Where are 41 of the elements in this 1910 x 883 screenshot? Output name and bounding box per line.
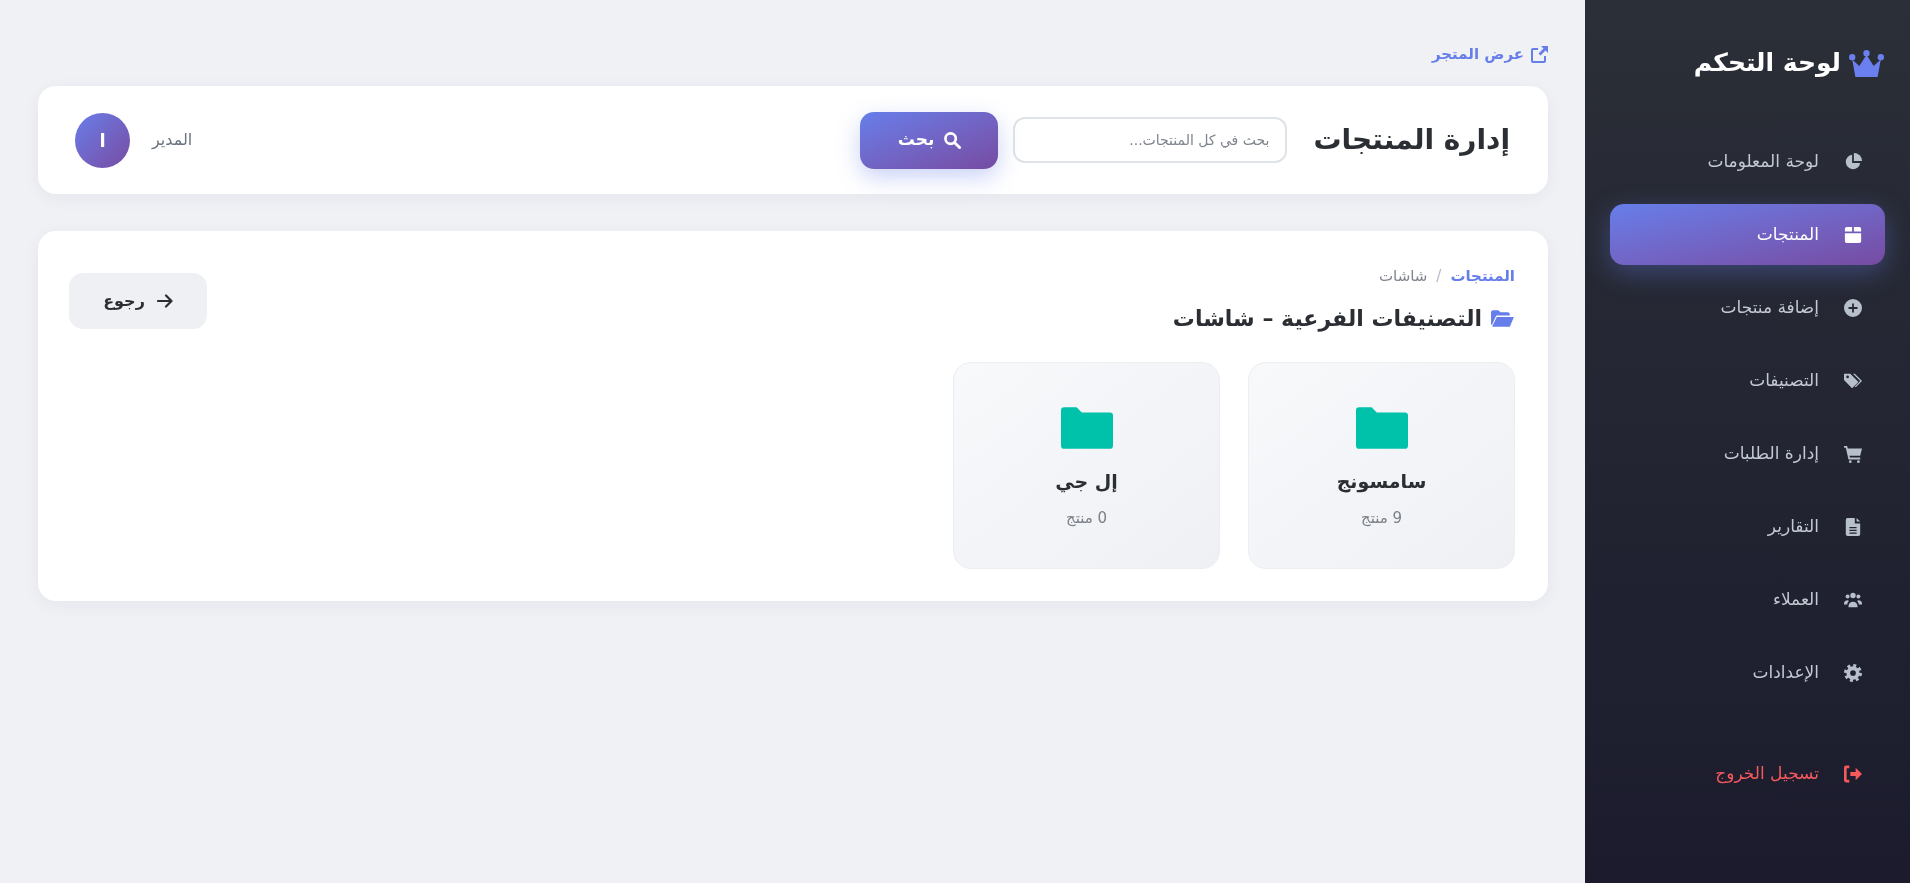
sidebar-item[interactable]: إضافة منتجات <box>1610 277 1885 338</box>
sidebar-item[interactable]: التصنيفات <box>1610 350 1885 411</box>
subcategory-name: سامسونج <box>1336 469 1427 495</box>
external-link-icon <box>1531 45 1548 63</box>
user-name: المدير <box>152 129 193 151</box>
logout-link[interactable]: تسجيل الخروج <box>1610 743 1885 804</box>
sidebar-item[interactable]: الإعدادات <box>1610 642 1885 703</box>
product-count: 0 منتج <box>1065 508 1108 529</box>
sidebar-item[interactable]: المنتجات <box>1610 204 1885 265</box>
breadcrumb-current: شاشات <box>1378 265 1428 287</box>
cart-icon <box>1844 444 1862 463</box>
breadcrumb-separator: / <box>1436 265 1442 287</box>
subcategory-card[interactable]: إل جي 0 منتج <box>953 362 1220 569</box>
sidebar-item[interactable]: إدارة الطلبات <box>1610 423 1885 484</box>
tags-icon <box>1844 371 1862 390</box>
sidebar-title: لوحة التحكم <box>1693 47 1841 79</box>
crown-icon <box>1849 49 1884 77</box>
breadcrumb-link[interactable]: المنتجات <box>1450 264 1515 288</box>
folder-icon <box>1490 308 1515 328</box>
back-button[interactable]: رجوع <box>69 273 207 329</box>
page-title: إدارة المنتجات <box>1313 122 1510 158</box>
sidebar-item[interactable]: التقارير <box>1610 496 1885 557</box>
folder-icon <box>1355 407 1408 449</box>
box-icon <box>1844 225 1862 244</box>
folder-icon <box>1060 407 1113 449</box>
gear-icon <box>1844 663 1862 682</box>
user-avatar[interactable]: ا <box>75 112 130 168</box>
sidebar-item[interactable]: العملاء <box>1610 569 1885 630</box>
document-icon <box>1844 517 1862 536</box>
arrow-right-icon <box>156 294 173 308</box>
chart-pie-icon <box>1844 152 1862 171</box>
search-field[interactable]: بحث في كل المنتجات... <box>1013 117 1288 163</box>
subcategory-name: إل جي <box>1055 469 1118 495</box>
sidebar-item[interactable]: لوحة المعلومات <box>1610 131 1885 192</box>
search-button[interactable]: بحث <box>860 111 999 169</box>
section-heading: التصنيفات الفرعية – شاشات <box>1172 304 1482 334</box>
product-count: 9 منتج <box>1360 508 1403 529</box>
sign-out-icon <box>1844 764 1862 783</box>
users-icon <box>1844 590 1862 609</box>
search-icon <box>944 131 962 149</box>
subcategory-card[interactable]: سامسونج 9 منتج <box>1248 362 1515 569</box>
